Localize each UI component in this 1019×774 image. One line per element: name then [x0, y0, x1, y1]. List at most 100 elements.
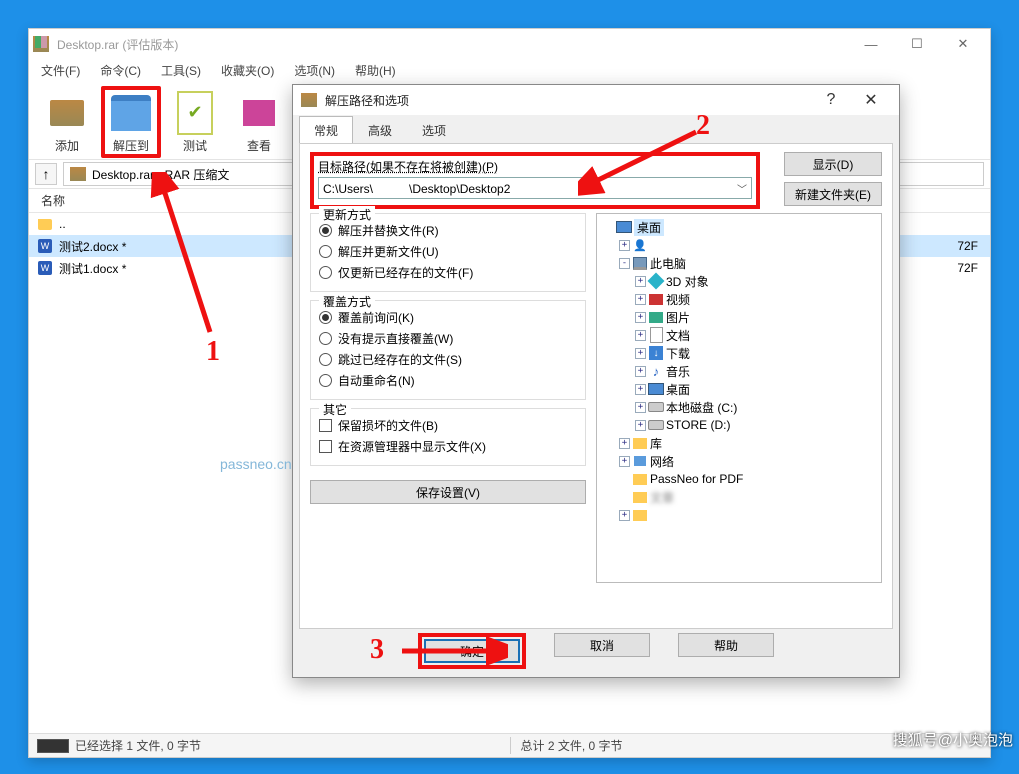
collapse-icon[interactable] [619, 258, 630, 269]
radio-auto-rename[interactable]: 自动重命名(N) [319, 370, 577, 391]
extract-dialog: 解压路径和选项 ? ✕ 常规 高级 选项 显示(D) 新建文件夹(E) 目标路径… [292, 84, 900, 678]
radio-extract-replace[interactable]: 解压并替换文件(R) [319, 220, 577, 241]
toolbar-add[interactable]: 添加 [37, 86, 97, 158]
tree-item-label: 图片 [666, 309, 690, 326]
tab-advanced[interactable]: 高级 [353, 116, 407, 143]
update-mode-group: 更新方式 解压并替换文件(R) 解压并更新文件(U) 仅更新已经存在的文件(F) [310, 213, 586, 292]
test-icon [173, 91, 217, 135]
path-label: 目标路径(如果不存在将被创建)(P) [318, 160, 498, 174]
tree-item[interactable]: 3D 对象 [601, 272, 877, 290]
tree-item-label: 视频 [666, 291, 690, 308]
menubar: 文件(F) 命令(C) 工具(S) 收藏夹(O) 选项(N) 帮助(H) [29, 59, 990, 81]
folder-icon [37, 216, 53, 232]
overwrite-mode-group: 覆盖方式 覆盖前询问(K) 没有提示直接覆盖(W) 跳过已经存在的文件(S) 自… [310, 300, 586, 400]
menu-options[interactable]: 选项(N) [284, 60, 345, 81]
net-icon [632, 454, 648, 468]
expand-icon[interactable] [619, 438, 630, 449]
folder-icon [632, 436, 648, 450]
expand-icon[interactable] [635, 330, 646, 341]
tree-item-label: 下载 [666, 345, 690, 362]
tree-item[interactable]: 库 [601, 434, 877, 452]
user-icon [632, 238, 648, 252]
dialog-body: 显示(D) 新建文件夹(E) 目标路径(如果不存在将被创建)(P) C:\Use… [299, 143, 893, 629]
check-keep-broken[interactable]: 保留损坏的文件(B) [319, 415, 577, 436]
dialog-help-button[interactable]: ? [811, 91, 851, 109]
tree-item[interactable]: STORE (D:) [601, 416, 877, 434]
tree-item[interactable]: 桌面 [601, 380, 877, 398]
toolbar-extract-to[interactable]: 解压到 [101, 86, 161, 158]
dialog-close-button[interactable]: ✕ [851, 90, 891, 110]
tree-item[interactable]: 视频 [601, 290, 877, 308]
show-button[interactable]: 显示(D) [784, 152, 882, 176]
tab-options[interactable]: 选项 [407, 116, 461, 143]
expand-icon[interactable] [635, 276, 646, 287]
expand-icon[interactable] [619, 456, 630, 467]
minimize-button[interactable]: — [848, 29, 894, 59]
up-button[interactable]: ↑ [35, 163, 57, 185]
tree-item-label [650, 237, 686, 254]
expand-icon[interactable] [635, 366, 646, 377]
radio-overwrite-no-prompt[interactable]: 没有提示直接覆盖(W) [319, 328, 577, 349]
status-selection: 已经选择 1 文件, 0 字节 [37, 737, 510, 754]
radio-extract-update[interactable]: 解压并更新文件(U) [319, 241, 577, 262]
menu-fav[interactable]: 收藏夹(O) [211, 60, 284, 81]
dialog-tabs: 常规 高级 选项 [293, 115, 899, 143]
menu-tools[interactable]: 工具(S) [151, 60, 211, 81]
expand-icon[interactable] [635, 348, 646, 359]
tree-item[interactable]: 本地磁盘 (C:) [601, 398, 877, 416]
status-total: 总计 2 文件, 0 字节 [510, 737, 623, 754]
expand-icon[interactable] [635, 384, 646, 395]
credit-text: 搜狐号@小奥泡泡 [893, 729, 1013, 750]
new-folder-button[interactable]: 新建文件夹(E) [784, 182, 882, 206]
app-icon [33, 36, 49, 52]
status-bar: 已经选择 1 文件, 0 字节 总计 2 文件, 0 字节 [29, 733, 990, 757]
toolbar-test[interactable]: 测试 [165, 86, 225, 158]
tree-item[interactable]: 音乐 [601, 362, 877, 380]
disk-icon [648, 418, 664, 432]
expand-icon[interactable] [635, 312, 646, 323]
radio-ask-overwrite[interactable]: 覆盖前询问(K) [319, 307, 577, 328]
tree-item[interactable]: 图片 [601, 308, 877, 326]
archive-icon [301, 93, 317, 107]
folder-tree[interactable]: 桌面 此电脑3D 对象视频图片文档下载音乐桌面本地磁盘 (C:)STORE (D… [596, 213, 882, 583]
help-button[interactable]: 帮助 [678, 633, 774, 657]
expand-icon[interactable] [635, 294, 646, 305]
tree-item-label: 音乐 [666, 363, 690, 380]
menu-help[interactable]: 帮助(H) [345, 60, 406, 81]
add-icon [45, 91, 89, 135]
keyboard-icon [37, 739, 69, 753]
close-button[interactable]: ✕ [940, 29, 986, 59]
expand-icon[interactable] [635, 420, 646, 431]
tab-general[interactable]: 常规 [299, 116, 353, 143]
toolbar-view[interactable]: 查看 [229, 86, 289, 158]
tree-item-label: 文章 [650, 489, 674, 506]
tree-item[interactable] [601, 506, 877, 524]
tree-item[interactable] [601, 236, 877, 254]
tree-item-label: 库 [650, 435, 662, 452]
chevron-down-icon[interactable]: ﹀ [737, 181, 747, 196]
maximize-button[interactable]: ☐ [894, 29, 940, 59]
dialog-titlebar: 解压路径和选项 ? ✕ [293, 85, 899, 115]
save-settings-button[interactable]: 保存设置(V) [310, 480, 586, 504]
tree-item[interactable]: 桌面 [601, 218, 877, 236]
tree-item[interactable]: 文章 [601, 488, 877, 506]
expand-icon[interactable] [619, 240, 630, 251]
tree-item[interactable]: 此电脑 [601, 254, 877, 272]
radio-freshen-only[interactable]: 仅更新已经存在的文件(F) [319, 262, 577, 283]
radio-skip-existing[interactable]: 跳过已经存在的文件(S) [319, 349, 577, 370]
check-show-in-explorer[interactable]: 在资源管理器中显示文件(X) [319, 436, 577, 457]
disk-icon [648, 400, 664, 414]
tree-item[interactable]: 下载 [601, 344, 877, 362]
menu-command[interactable]: 命令(C) [90, 60, 151, 81]
tree-item[interactable]: PassNeo for PDF [601, 470, 877, 488]
menu-file[interactable]: 文件(F) [31, 60, 90, 81]
tree-item[interactable]: 文档 [601, 326, 877, 344]
dialog-title: 解压路径和选项 [325, 92, 811, 109]
ok-button[interactable]: 确定 [424, 639, 520, 663]
cancel-button[interactable]: 取消 [554, 633, 650, 657]
tree-item[interactable]: 网络 [601, 452, 877, 470]
tree-item-label: 本地磁盘 (C:) [666, 399, 737, 416]
expand-icon[interactable] [619, 510, 630, 521]
destination-path-input[interactable]: C:\Users\ \Desktop\Desktop2 ﹀ [318, 177, 752, 199]
expand-icon[interactable] [635, 402, 646, 413]
